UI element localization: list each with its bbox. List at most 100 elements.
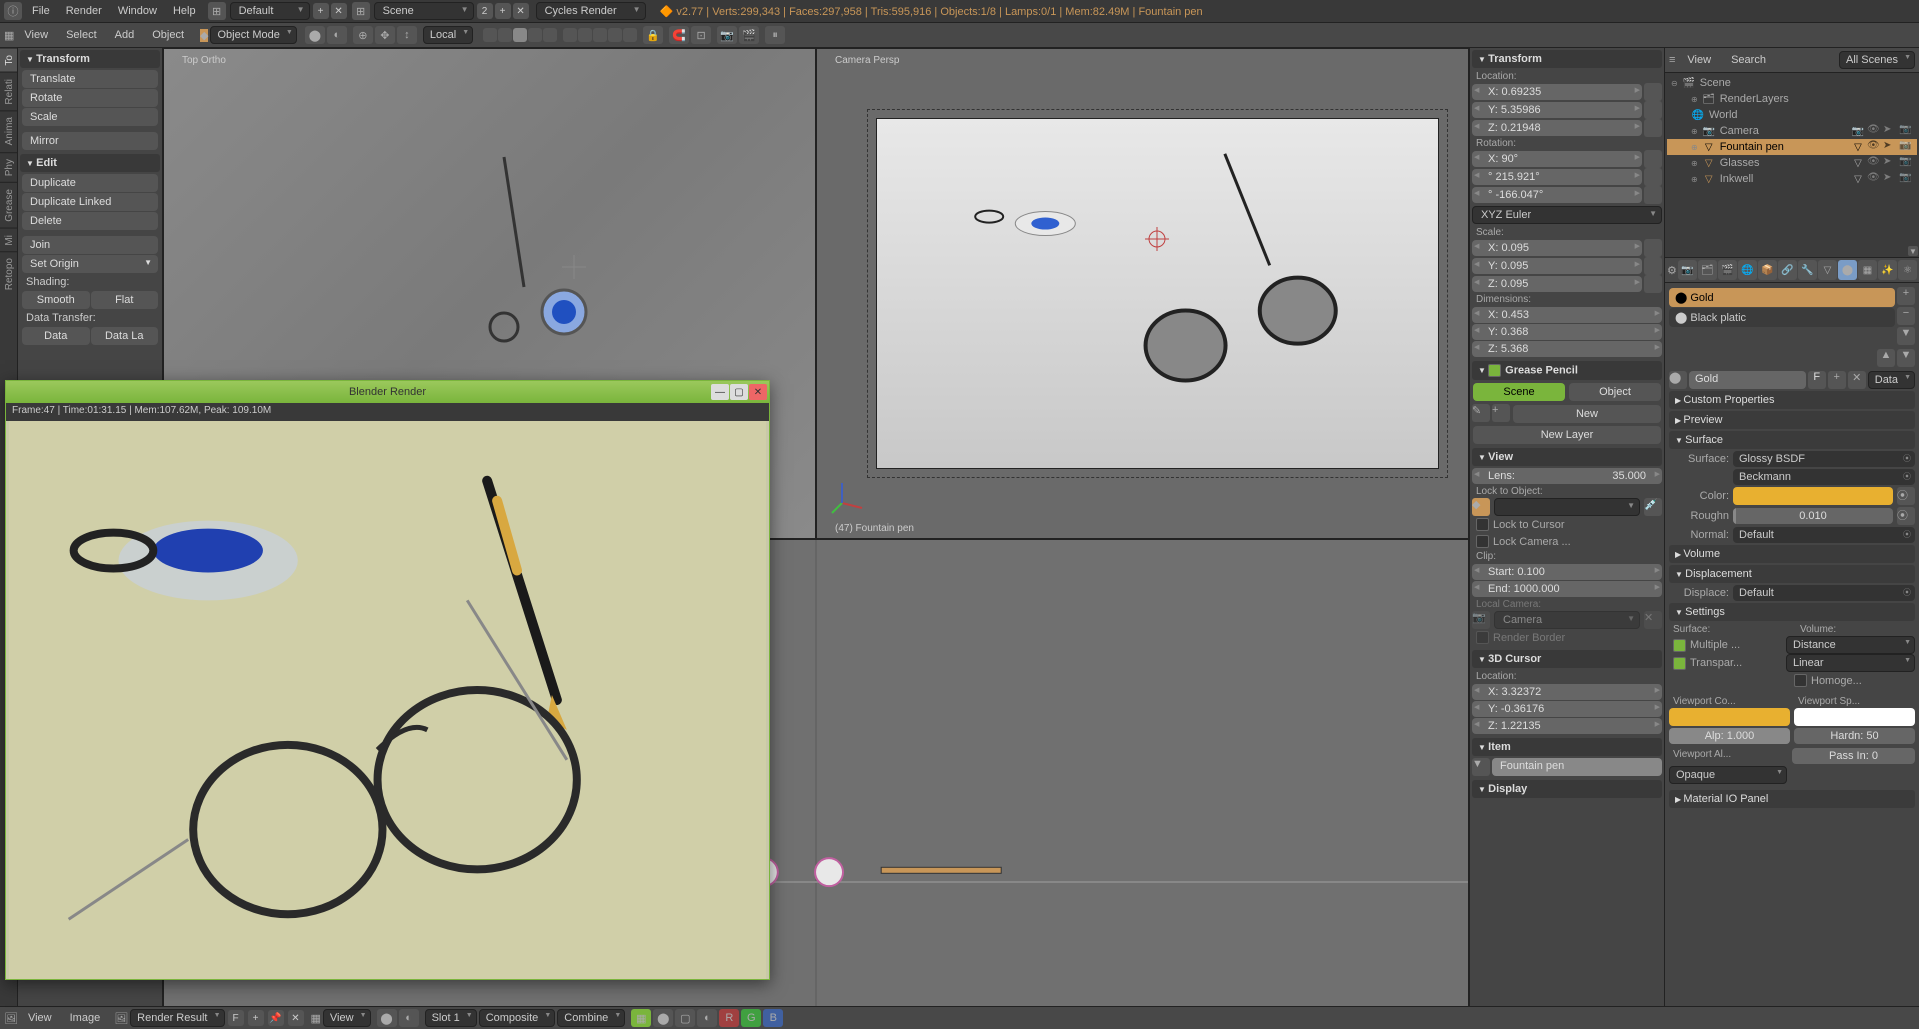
settings-header[interactable]: Settings [1669,603,1915,621]
volume-sampling-dropdown[interactable]: Distance [1786,636,1915,654]
hardness-slider[interactable]: Hardn: 50 [1794,728,1915,744]
translate-button[interactable]: Translate [22,70,158,88]
viewport-camera-persp[interactable]: Camera Persp (47) Fou [816,48,1469,539]
add-material-button[interactable]: + [1897,287,1915,305]
layer-button[interactable] [483,28,497,42]
display-alpha-icon[interactable]: ◐ [399,1009,419,1027]
material-slot-black[interactable]: ⬤ Black platic [1669,308,1895,327]
data-button[interactable]: Data [22,327,90,345]
menu-window[interactable]: Window [110,5,165,17]
lock-layers-icon[interactable]: 🔒 [643,26,663,44]
displacement-header[interactable]: Displacement [1669,565,1915,583]
lock-icon[interactable] [1644,101,1662,119]
channel-b-icon[interactable]: B [763,1009,783,1027]
tree-fountain-pen[interactable]: ⊕▽Fountain pen▽👁➤📷 [1667,139,1917,155]
move-up-button[interactable]: ▲ [1877,349,1895,367]
location-x-field[interactable]: X: 0.69235 [1472,84,1642,100]
pivot-icon[interactable]: ⊕ [353,26,373,44]
clip-end-field[interactable]: End: 1000.000 [1472,581,1662,597]
outliner-view-menu[interactable]: View [1679,54,1719,66]
scene-browse-icon[interactable]: ⊞ [352,2,370,20]
tree-renderlayers[interactable]: ⊕🗂RenderLayers [1667,91,1917,107]
lock-cursor-checkbox[interactable] [1476,518,1489,531]
mode-dropdown[interactable]: Object Mode [210,26,296,44]
scale-z-field[interactable]: Z: 0.095 [1472,276,1642,292]
displace-dropdown[interactable]: Default [1733,585,1915,601]
fake-user-button[interactable]: F [1808,371,1826,389]
mirror-button[interactable]: Mirror [22,132,158,150]
properties-editor-icon[interactable]: ⚙ [1667,264,1677,277]
gp-brush-icon[interactable]: ✎ [1472,404,1490,422]
pass-dropdown[interactable]: Combine [557,1009,625,1027]
lock-icon[interactable] [1644,257,1662,275]
tab-data[interactable]: ▽ [1818,260,1837,280]
tree-scene[interactable]: ⊖🎬Scene [1667,75,1917,91]
custom-props-header[interactable]: Custom Properties [1669,391,1915,409]
duplicate-button[interactable]: Duplicate [22,174,158,192]
material-browse-icon[interactable]: ⬤ [1669,371,1687,389]
join-button[interactable]: Join [22,236,158,254]
scroll-down-icon[interactable]: ▼ [1908,246,1918,256]
menu-help[interactable]: Help [165,5,204,17]
color-swatch[interactable] [1733,487,1893,505]
tab-grease-pencil[interactable]: Grease [0,182,17,228]
rotation-mode-dropdown[interactable]: XYZ Euler [1472,206,1662,224]
multiple-importance-checkbox[interactable] [1673,639,1686,652]
volume-header[interactable]: Volume [1669,545,1915,563]
image-pin-button[interactable]: 📌 [268,1010,284,1026]
gp-object-button[interactable]: Object [1569,383,1661,401]
gp-add-icon[interactable]: + [1492,404,1510,422]
image-browse-icon[interactable]: 🖼 [114,1012,128,1025]
tab-particles[interactable]: ✨ [1878,260,1897,280]
tab-physics[interactable]: Phy [0,152,17,182]
scene-add-button[interactable]: + [495,3,511,19]
material-link-dropdown[interactable]: Data [1868,371,1915,389]
menu-render[interactable]: Render [58,5,110,17]
material-io-header[interactable]: Material IO Panel [1669,790,1915,808]
tab-animation[interactable]: Anima [0,110,17,151]
lock-icon[interactable] [1644,168,1662,186]
tab-misc[interactable]: Mi [0,228,17,252]
transparent-shadows-checkbox[interactable] [1673,657,1686,670]
layer-button[interactable] [498,28,512,42]
render-engine-dropdown[interactable]: Cycles Render [536,2,646,20]
move-down-button[interactable]: ▼ [1897,349,1915,367]
tab-scene[interactable]: 🎬 [1718,260,1737,280]
flat-button[interactable]: Flat [91,291,159,309]
select-menu[interactable]: Select [58,29,105,41]
uv-icon[interactable]: ▦ [311,1012,321,1025]
tab-retopo[interactable]: Retopo [0,251,17,296]
object-menu[interactable]: Object [144,29,192,41]
transform-panel-header[interactable]: Transform [20,50,160,68]
render-opengl-anim-icon[interactable]: 🎬 [739,26,759,44]
outliner-editor-icon[interactable]: ≡ [1669,54,1675,66]
render-window-titlebar[interactable]: Blender Render — ▢ ✕ [6,381,769,403]
outliner-search-menu[interactable]: Search [1723,54,1774,66]
distribution-dropdown[interactable]: Beckmann [1733,469,1915,485]
rotation-x-field[interactable]: X: 90° [1472,151,1642,167]
outliner-filter-dropdown[interactable]: All Scenes [1839,51,1915,69]
channel-g-icon[interactable]: G [741,1009,761,1027]
clip-start-field[interactable]: Start: 0.100 [1472,564,1662,580]
lock-object-dropdown[interactable] [1494,498,1640,516]
image-menu[interactable]: Image [62,1012,109,1024]
layer-button[interactable] [528,28,542,42]
transform-header[interactable]: Transform [1472,50,1662,68]
cursor-x-field[interactable]: X: 3.32372 [1472,684,1662,700]
tab-object[interactable]: 📦 [1758,260,1777,280]
layer-button[interactable] [513,28,527,42]
scale-x-field[interactable]: X: 0.095 [1472,240,1642,256]
lock-icon[interactable] [1644,83,1662,101]
set-origin-dropdown[interactable]: Set Origin▼ [22,255,158,273]
pass-index-field[interactable]: Pass In: 0 [1792,748,1915,764]
tree-inkwell[interactable]: ⊕▽Inkwell▽👁➤📷 [1667,171,1917,187]
editor-type-icon[interactable]: ▦ [4,29,14,42]
layout-browse-icon[interactable]: ⊞ [208,2,226,20]
display-header[interactable]: Display [1472,780,1662,798]
preview-header[interactable]: Preview [1669,411,1915,429]
grease-pencil-header[interactable]: Grease Pencil [1472,361,1662,380]
remove-material-button[interactable]: − [1897,307,1915,325]
slot-dropdown[interactable]: Slot 1 [425,1009,477,1027]
layer-button[interactable] [578,28,592,42]
tab-physics[interactable]: ⚛ [1898,260,1917,280]
